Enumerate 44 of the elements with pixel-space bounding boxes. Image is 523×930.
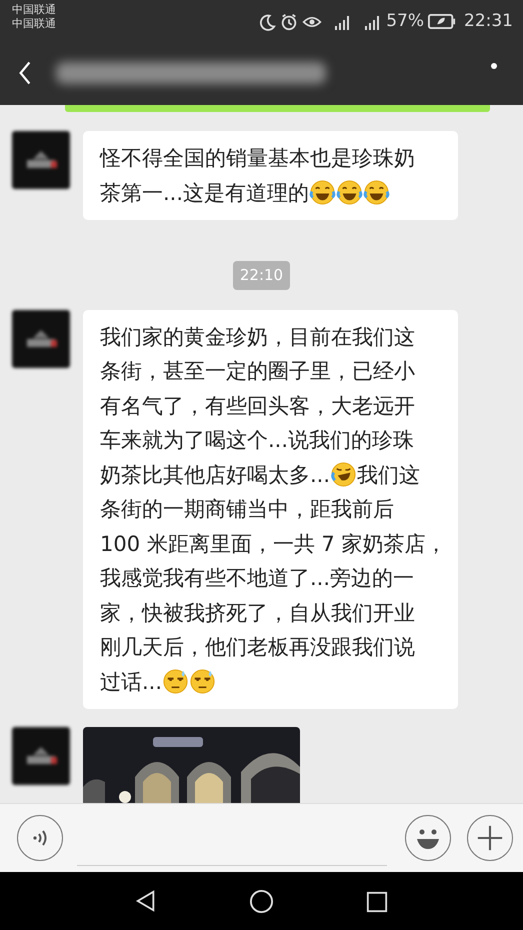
more-icon[interactable] [491, 63, 497, 70]
message-text: 怪不得全国的销量基本也是珍珠奶 [100, 145, 415, 172]
home-button[interactable] [249, 888, 274, 914]
triangle-back-icon [135, 889, 157, 914]
alarm-icon [280, 12, 298, 30]
message-text: 100 米距离里面，一共 7 家奶茶店， [100, 530, 446, 558]
timestamp: 22:10 [232, 261, 290, 290]
laughing-emoji-icon [309, 179, 336, 206]
message-text: 我感觉我有些不地道了...旁边的一 [100, 565, 414, 592]
back-button[interactable] [18, 60, 32, 86]
avatar [12, 310, 70, 368]
sweating-emoji-icon [162, 668, 190, 696]
carrier-name: 中国联通 [12, 3, 56, 17]
home-icon [249, 888, 274, 914]
back-nav-button[interactable] [135, 888, 157, 914]
sweating-emoji-icon [189, 668, 216, 696]
message-text: 我们这 [357, 462, 420, 489]
laughing-crying-emoji-icon [330, 461, 358, 488]
message-text: 奶茶比其他店好喝太多... [100, 462, 330, 489]
carrier-name: 中国联通 [12, 17, 56, 31]
message-text: 茶第一...这是有道理的 [100, 180, 310, 207]
message-text: 刚几天后，他们老板再没跟我们说 [100, 634, 415, 662]
laughing-emoji-icon [336, 179, 364, 206]
recents-button[interactable] [366, 889, 388, 913]
moon-icon [258, 12, 276, 30]
message-text: 我们家的黄金珍奶，目前在我们这 [100, 324, 415, 351]
clock-time: 22:31 [464, 10, 513, 33]
plus-icon [476, 824, 504, 852]
message-text: 过话... [100, 668, 162, 696]
avatar [12, 727, 70, 785]
battery-icon [428, 14, 456, 29]
message-text: 条街，甚至一定的圈子里，已经小 [100, 358, 415, 386]
message-text: 车来就为了喝这个...说我们的珍珠 [100, 427, 414, 454]
laughing-emoji-icon [363, 179, 390, 206]
message-text: 家，快被我挤死了，自从我们开业 [100, 600, 415, 627]
battery-percentage: 57% [386, 10, 424, 33]
recents-icon [366, 890, 388, 913]
message-text: 有名气了，有些回头客，大老远开 [100, 392, 415, 420]
back-icon [18, 60, 32, 86]
add-button[interactable] [467, 815, 513, 861]
emoji-button[interactable] [405, 815, 451, 861]
avatar [12, 131, 70, 189]
voice-button[interactable] [17, 815, 63, 861]
message-text: 条街的一期商铺当中，距我前后 [100, 496, 394, 524]
